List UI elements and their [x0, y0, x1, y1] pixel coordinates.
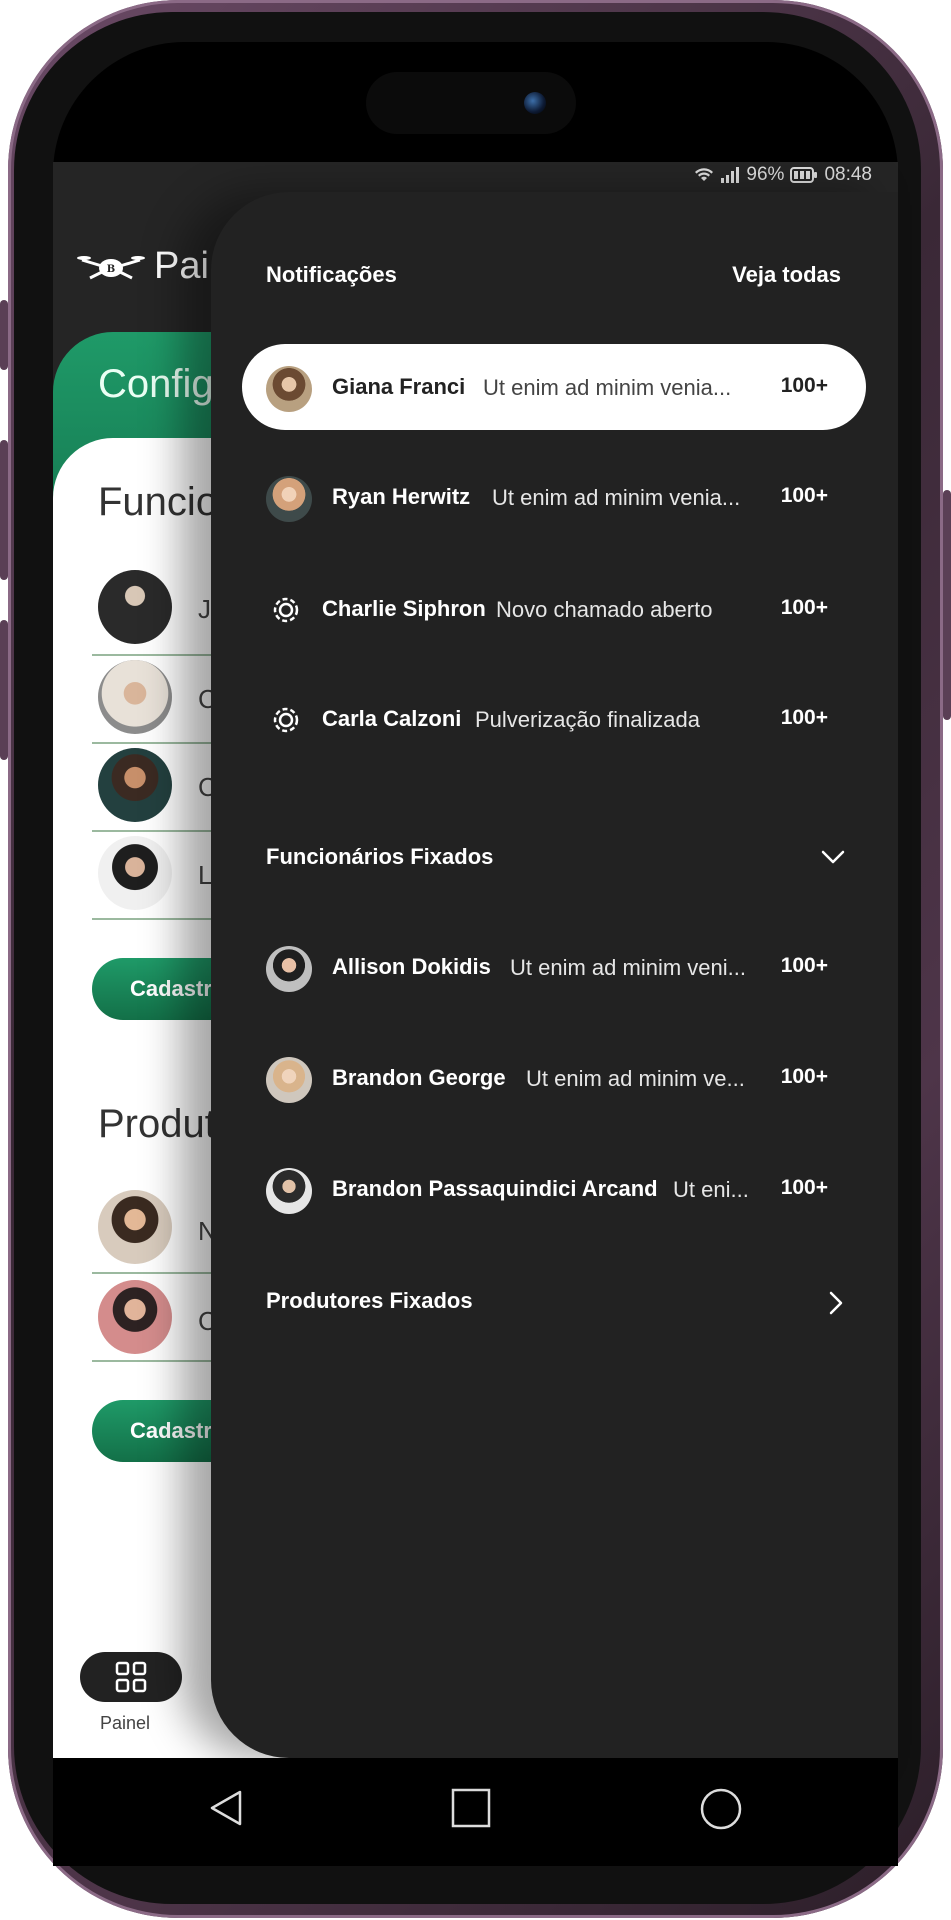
pinned-employees-title: Funcionários Fixados — [266, 844, 494, 869]
notification-message: Ut enim ad minim venia... — [492, 485, 741, 510]
notification-row[interactable]: Charlie Siphron Novo chamado aberto 100+ — [242, 566, 866, 652]
notification-sender: Charlie Siphron — [322, 596, 486, 621]
pinned-employee-row[interactable]: Brandon George Ut enim ad minim ve... 10… — [242, 1035, 866, 1121]
avatar[interactable] — [98, 1280, 172, 1354]
notification-row[interactable]: Ryan Herwitz Ut enim ad minim venia... 1… — [242, 454, 866, 540]
nav-painel-label: Painel — [100, 1713, 151, 1733]
employee-name: Brandon George — [332, 1065, 506, 1090]
wifi-icon — [695, 168, 714, 181]
employee-message: Ut eni... — [673, 1177, 749, 1202]
notification-sender: Ryan Herwitz — [332, 484, 471, 509]
drawer-header: Notificações Veja todas — [266, 262, 841, 292]
gear-icon — [273, 597, 299, 623]
employee-count: 100+ — [780, 1176, 828, 1199]
signal-icon — [721, 167, 740, 183]
notification-count: 100+ — [780, 596, 828, 619]
chevron-right-icon — [829, 1291, 843, 1315]
avatar[interactable] — [98, 748, 172, 822]
avatar[interactable] — [98, 660, 172, 734]
pinned-employee-row[interactable]: Brandon Passaquindici Arcand Ut eni... 1… — [242, 1146, 866, 1232]
avatar — [266, 946, 312, 992]
clock: 08:48 — [824, 164, 872, 185]
power-button — [943, 490, 951, 720]
chevron-down-icon — [821, 850, 845, 864]
employee-count: 100+ — [780, 954, 828, 977]
avatar — [266, 476, 312, 522]
notification-row[interactable]: Giana Franci Ut enim ad minim venia... 1… — [242, 344, 866, 430]
pinned-employee-row[interactable]: Allison Dokidis Ut enim ad minim veni...… — [242, 924, 866, 1010]
home-square-icon[interactable] — [451, 1788, 491, 1828]
employees-section-title: Funcio — [98, 480, 219, 524]
producers-section-title: Produt — [98, 1102, 216, 1146]
action-button — [0, 300, 8, 370]
pinned-employees-header[interactable]: Funcionários Fixados — [266, 844, 846, 878]
employee-name: Allison Dokidis — [332, 954, 491, 979]
nav-painel-button[interactable] — [80, 1652, 182, 1702]
recents-circle-icon[interactable] — [700, 1788, 742, 1830]
volume-down-button — [0, 620, 8, 760]
notifications-title: Notificações — [266, 262, 397, 287]
notification-row[interactable]: Carla Calzoni Pulverização finalizada 10… — [242, 676, 866, 762]
see-all-link[interactable]: Veja todas — [732, 262, 841, 288]
system-nav-bar — [53, 1758, 898, 1866]
pinned-producers-title: Produtores Fixados — [266, 1288, 473, 1313]
battery-icon — [790, 167, 818, 183]
notification-message: Ut enim ad minim venia... — [483, 375, 732, 400]
app-title: Pai — [154, 245, 209, 287]
avatar — [266, 1168, 312, 1214]
notification-sender: Giana Franci — [332, 374, 466, 399]
avatar[interactable] — [98, 1190, 172, 1264]
volume-up-button — [0, 440, 8, 580]
employee-name: J — [198, 594, 211, 624]
camera-icon — [524, 92, 546, 114]
gear-icon — [273, 707, 299, 733]
notification-count: 100+ — [780, 706, 828, 729]
notification-count: 100+ — [780, 374, 828, 397]
employee-count: 100+ — [780, 1065, 828, 1088]
notification-message: Novo chamado aberto — [496, 597, 713, 622]
notification-message: Pulverização finalizada — [475, 707, 701, 732]
avatar[interactable] — [98, 570, 172, 644]
settings-card-title: Config — [98, 362, 214, 406]
status-bar: 96% 08:48 — [53, 162, 898, 190]
grid-icon — [115, 1661, 147, 1693]
drone-logo-icon: B — [77, 256, 145, 280]
pinned-producers-header[interactable]: Produtores Fixados — [266, 1288, 846, 1322]
battery-percent: 96% — [746, 164, 785, 185]
employee-message: Ut enim ad minim veni... — [510, 955, 746, 980]
notification-count: 100+ — [780, 484, 828, 507]
svg-text:B: B — [107, 264, 115, 275]
avatar — [266, 366, 312, 412]
avatar — [266, 1057, 312, 1103]
avatar[interactable] — [98, 836, 172, 910]
employee-message: Ut enim ad minim ve... — [526, 1066, 745, 1091]
employee-name: Brandon Passaquindici Arcand — [332, 1176, 658, 1201]
back-icon[interactable] — [208, 1788, 244, 1828]
notification-sender: Carla Calzoni — [322, 706, 462, 731]
